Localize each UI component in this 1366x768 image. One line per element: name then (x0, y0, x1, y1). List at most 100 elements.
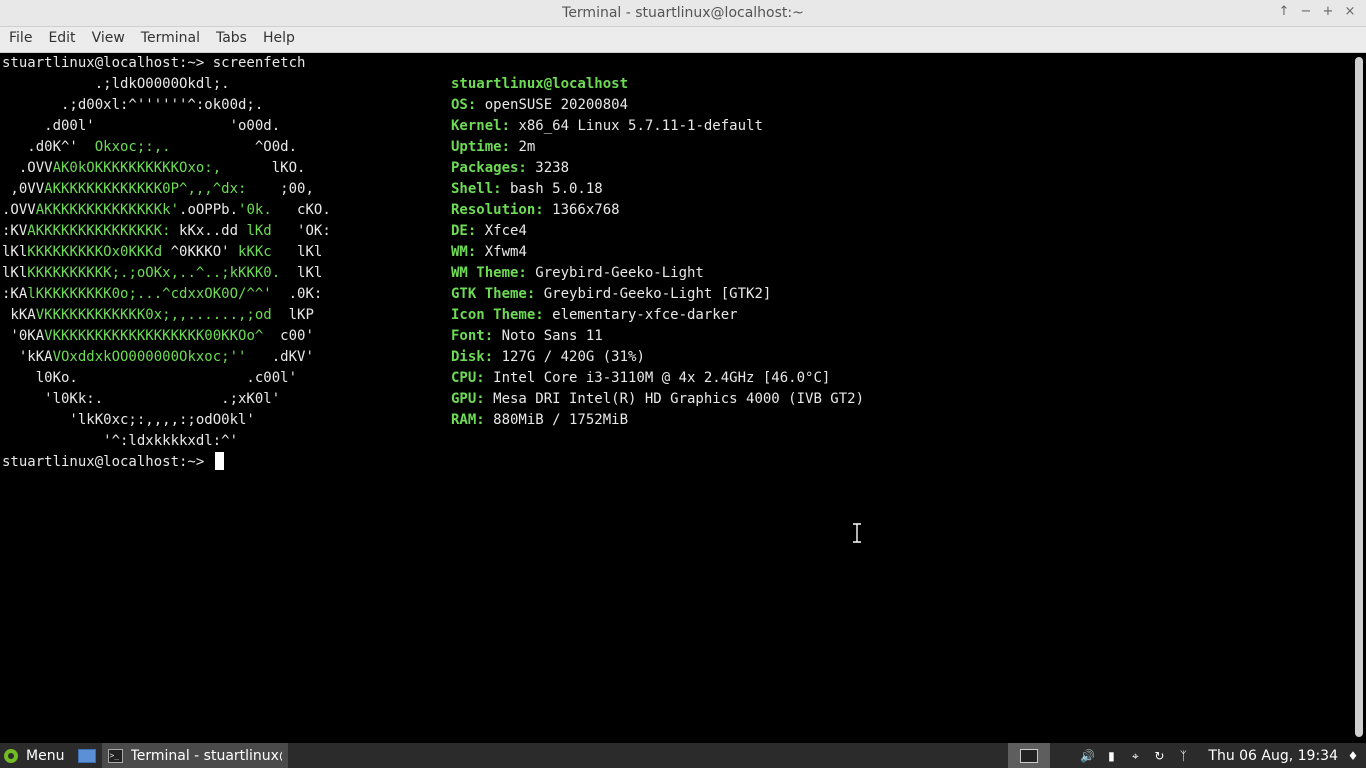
info-key: OS: (451, 97, 477, 113)
logo-segment: ,0VV (2, 181, 45, 197)
logo-segment: .oOPPb. (179, 202, 239, 218)
logo-segment: 'kKA (2, 349, 53, 365)
logo-segment: 'l0Kk:. .;xK0l' (2, 391, 281, 407)
window-controls: ↑ − + × (1276, 3, 1358, 21)
info-key: Uptime: (451, 139, 511, 155)
info-value: 1366x768 (543, 202, 620, 218)
logo-segment: lKl (280, 265, 323, 281)
logo-segment: kKKc (238, 244, 272, 260)
logo-segment: VOxddxkOO000000Okxoc;'' (52, 349, 247, 365)
logo-line: .OVVAK0kOKKKKKKKKKKOxo:, lKO. (2, 158, 306, 179)
close-button[interactable]: × (1342, 3, 1358, 21)
info-key: Shell: (451, 181, 502, 197)
prompt: stuartlinux@localhost:~> (2, 454, 213, 470)
file-manager-icon[interactable] (78, 748, 97, 763)
info-line: Resolution: 1366x768 (451, 200, 620, 221)
logo-line: .d00l' 'o00d. (2, 116, 280, 137)
menu-view[interactable]: View (84, 27, 133, 52)
volume-icon[interactable]: 🔊 (1080, 749, 1095, 763)
bell-icon[interactable]: ♦ (1346, 749, 1360, 763)
info-line: Uptime: 2m (451, 137, 535, 158)
current-prompt-line[interactable]: stuartlinux@localhost:~> (2, 452, 224, 473)
keep-above-button[interactable]: ↑ (1276, 3, 1292, 21)
info-line: WM: Xfwm4 (451, 242, 527, 263)
logo-segment: lKP (271, 307, 314, 323)
menu-tabs[interactable]: Tabs (208, 27, 255, 52)
info-key: Packages: (451, 160, 527, 176)
logo-line: .;ldkO0000Okdl;. (2, 74, 230, 95)
logo-segment: .OVV (2, 202, 36, 218)
logo-line: 'lkK0xc;:,,,,:;odO0kl' (2, 410, 254, 431)
logo-line: :KAlKKKKKKKKK0o;...^cdxxOK0O/^^' .0K: (2, 284, 322, 305)
sync-icon[interactable]: ↻ (1152, 749, 1166, 763)
opensuse-icon (4, 748, 18, 763)
minimize-button[interactable]: − (1298, 3, 1314, 21)
info-key: Kernel: (451, 118, 511, 134)
info-value: 3238 (526, 160, 570, 176)
start-menu-button[interactable]: Menu (0, 743, 70, 768)
logo-segment: cKO. (271, 202, 331, 218)
info-line: GPU: Mesa DRI Intel(R) HD Graphics 4000 … (451, 389, 864, 410)
info-line: Disk: 127G / 420G (31%) (451, 347, 645, 368)
workspace-pager[interactable] (1008, 743, 1051, 768)
taskbar-window-terminal[interactable]: >_ Terminal - stuartlinux@... (102, 743, 289, 768)
info-value: Intel Core i3-3110M @ 4x 2.4GHz [46.0°C] (484, 370, 831, 386)
info-value: Xfce4 (476, 223, 527, 239)
info-line: Kernel: x86_64 Linux 5.7.11-1-default (451, 116, 763, 137)
menu-help[interactable]: Help (255, 27, 303, 52)
menu-file[interactable]: File (1, 27, 40, 52)
info-value: Noto Sans 11 (493, 328, 603, 344)
menu-terminal[interactable]: Terminal (133, 27, 208, 52)
info-key: RAM: (451, 412, 485, 428)
info-line: CPU: Intel Core i3-3110M @ 4x 2.4GHz [46… (451, 368, 830, 389)
window-titlebar[interactable]: Terminal - stuartlinux@localhost:~ ↑ − +… (0, 0, 1366, 27)
logo-segment: lKO. (221, 160, 306, 176)
logo-segment: '0KA (2, 328, 45, 344)
logo-segment: AKKKKKKKKKKKKKKk' (35, 202, 180, 218)
info-value: x86_64 Linux 5.7.11-1-default (510, 118, 763, 134)
logo-segment: 'OK: (271, 223, 331, 239)
info-line: Font: Noto Sans 11 (451, 326, 603, 347)
battery-icon[interactable]: ▮ (1104, 749, 1118, 763)
bluetooth-icon[interactable]: ᛉ (1176, 749, 1190, 763)
logo-line: ,0VVAKKKKKKKKKKKKK0P^,,,^dx: ;00, (2, 179, 314, 200)
info-line: GTK Theme: Greybird-Geeko-Light [GTK2] (451, 284, 771, 305)
logo-line: lKlKKKKKKKKKK;.;oOKx,..^..;kKKK0. lKl (2, 263, 322, 284)
terminal-output[interactable]: stuartlinux@localhost:~> screenfetch .;l… (0, 53, 1352, 743)
info-value: Xfwm4 (476, 244, 527, 260)
info-key: Resolution: (451, 202, 544, 218)
logo-segment: Okxoc;:,. (94, 139, 171, 155)
logo-segment: ;00, (246, 181, 314, 197)
window-title: Terminal - stuartlinux@localhost:~ (562, 5, 804, 21)
logo-segment: l0Ko. .c00l' (2, 370, 298, 386)
info-value: Greybird-Geeko-Light (526, 265, 704, 281)
menubar: File Edit View Terminal Tabs Help (0, 27, 1366, 53)
logo-segment: '^:ldxkkkkxdl:^' (2, 433, 239, 449)
logo-segment: :KV (2, 223, 28, 239)
logo-segment: AKKKKKKKKKKKKKKK: (27, 223, 171, 239)
terminal-scrollbar[interactable] (1352, 53, 1366, 743)
info-value: openSUSE 20200804 (476, 97, 629, 113)
info-value: elementary-xfce-darker (543, 307, 738, 323)
logo-segment: .0K: (271, 286, 323, 302)
clock[interactable]: Thu 06 Aug, 19:34 (1200, 748, 1346, 764)
maximize-button[interactable]: + (1320, 3, 1336, 21)
wifi-icon[interactable]: ⌖ (1128, 749, 1142, 763)
info-key: GPU: (451, 391, 485, 407)
logo-segment: c00' (263, 328, 314, 344)
info-line: Icon Theme: elementary-xfce-darker (451, 305, 738, 326)
scrollbar-thumb[interactable] (1355, 57, 1363, 737)
logo-line: 'l0Kk:. .;xK0l' (2, 389, 280, 410)
logo-line: lKlKKKKKKKKKOx0KKKd ^0KKKO' kKKc lKl (2, 242, 322, 263)
command: screenfetch (212, 55, 306, 71)
logo-segment: kKA (2, 307, 36, 323)
logo-segment: VKKKKKKKKKKKKKKKKKK00KKOo^ (44, 328, 264, 344)
info-value: 880MiB / 1752MiB (484, 412, 629, 428)
info-key: Icon Theme: (451, 307, 544, 323)
logo-line: .;d00xl:^''''''^:ok00d;. (2, 95, 263, 116)
task-label: Terminal - stuartlinux@... (130, 747, 283, 764)
menu-edit[interactable]: Edit (40, 27, 83, 52)
workspace-thumbnail (1020, 748, 1039, 763)
logo-segment: .OVV (2, 160, 53, 176)
logo-segment: lKl (2, 265, 28, 281)
